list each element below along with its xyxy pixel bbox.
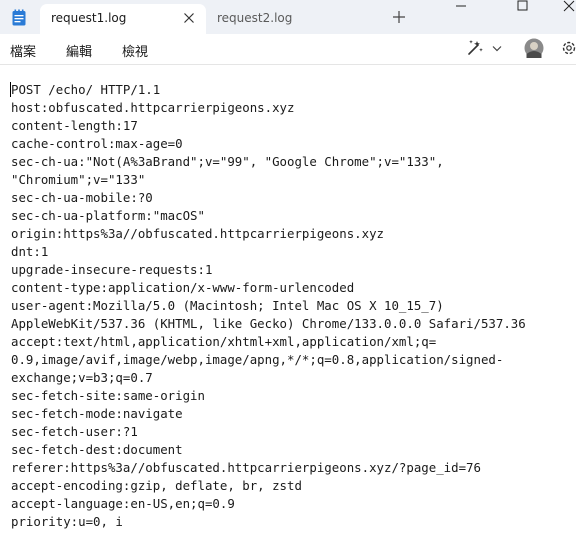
text-line: sec-ch-ua-mobile:?0 <box>11 190 153 205</box>
text-line: accept:text/html,application/xhtml+xml,a… <box>11 334 437 349</box>
text-line: accept-language:en-US,en;q=0.9 <box>11 496 235 511</box>
copilot-rewrite-icon[interactable] <box>465 38 485 58</box>
text-line: origin:https%3a//obfuscated.httpcarrierp… <box>11 226 384 241</box>
close-window-icon[interactable] <box>546 0 576 12</box>
notepad-app-icon <box>12 9 26 26</box>
tab-request2[interactable]: request2.log <box>206 4 378 34</box>
chevron-down-icon[interactable] <box>492 45 502 52</box>
text-line: POST /echo/ HTTP/1.1 <box>11 82 161 97</box>
maximize-icon[interactable] <box>500 0 546 12</box>
tab-label: request2.log <box>217 11 293 25</box>
text-line: content-type:application/x-www-form-urle… <box>11 280 355 295</box>
text-line: sec-fetch-dest:document <box>11 442 183 457</box>
tab-request1[interactable]: request1.log <box>40 4 206 34</box>
text-line: content-length:17 <box>11 118 138 133</box>
text-line: dnt:1 <box>11 244 49 259</box>
text-line: sec-fetch-mode:navigate <box>11 406 183 421</box>
text-line: accept-encoding:gzip, deflate, br, zstd <box>11 478 302 493</box>
text-line: sec-ch-ua-platform:"macOS" <box>11 208 205 223</box>
tab-label: request1.log <box>51 11 127 25</box>
text-line: 0.9,image/avif,image/webp,image/apng,*/*… <box>11 352 504 367</box>
text-line: sec-fetch-user:?1 <box>11 424 138 439</box>
menu-file[interactable]: 檔案 <box>10 41 36 60</box>
text-line: "Chromium";v="133" <box>11 172 146 187</box>
avatar[interactable] <box>524 38 544 58</box>
menu-bar: 檔案 編輯 檢視 <box>0 34 576 65</box>
text-line: exchange;v=b3;q=0.7 <box>11 370 153 385</box>
text-line: cache-control:max-age=0 <box>11 136 183 151</box>
minimize-icon[interactable] <box>438 0 484 12</box>
text-line: upgrade-insecure-requests:1 <box>11 262 213 277</box>
text-line: host:obfuscated.httpcarrierpigeons.xyz <box>11 100 295 115</box>
text-line: sec-fetch-site:same-origin <box>11 388 205 403</box>
text-cursor <box>10 82 11 97</box>
title-bar: request1.log request2.log <box>0 0 576 34</box>
text-editor[interactable]: POST /echo/ HTTP/1.1 host:obfuscated.htt… <box>0 65 576 540</box>
text-line: user-agent:Mozilla/5.0 (Macintosh; Intel… <box>11 298 444 313</box>
text-line: priority:u=0, i <box>11 514 123 529</box>
close-tab-icon[interactable] <box>182 11 196 25</box>
menu-view[interactable]: 檢視 <box>122 41 148 60</box>
text-line: AppleWebKit/537.36 (KHTML, like Gecko) C… <box>11 316 526 331</box>
gear-icon[interactable] <box>560 39 576 57</box>
text-line: sec-ch-ua:"Not(A%3aBrand";v="99", "Googl… <box>11 154 444 169</box>
menu-edit[interactable]: 編輯 <box>66 41 92 60</box>
text-line: referer:https%3a//obfuscated.httpcarrier… <box>11 460 481 475</box>
new-tab-plus-icon[interactable] <box>391 9 407 25</box>
